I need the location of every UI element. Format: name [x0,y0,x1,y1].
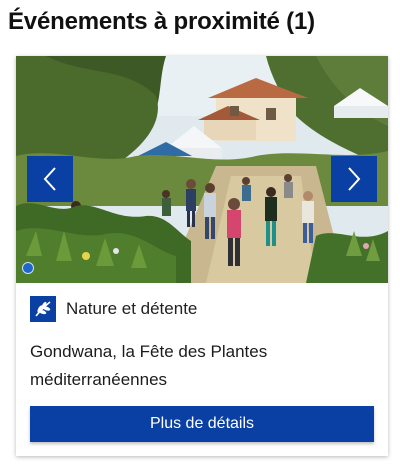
carousel-dot-active[interactable] [22,262,34,274]
chevron-right-icon [348,167,361,191]
chevron-left-icon [43,167,56,191]
event-card[interactable]: Nature et détente Gondwana, la Fête des … [16,56,388,456]
details-button[interactable]: Plus de détails [30,406,374,442]
event-category: Nature et détente [30,296,197,322]
carousel-prev-button[interactable] [27,156,73,202]
carousel-next-button[interactable] [331,156,377,202]
olive-branch-icon [30,296,56,322]
image-carousel[interactable] [16,56,388,283]
category-label: Nature et détente [66,299,198,318]
event-title: Gondwana, la Fête des Plantes méditerran… [30,342,268,389]
section-title: Événements à proximité (1) [8,8,315,35]
